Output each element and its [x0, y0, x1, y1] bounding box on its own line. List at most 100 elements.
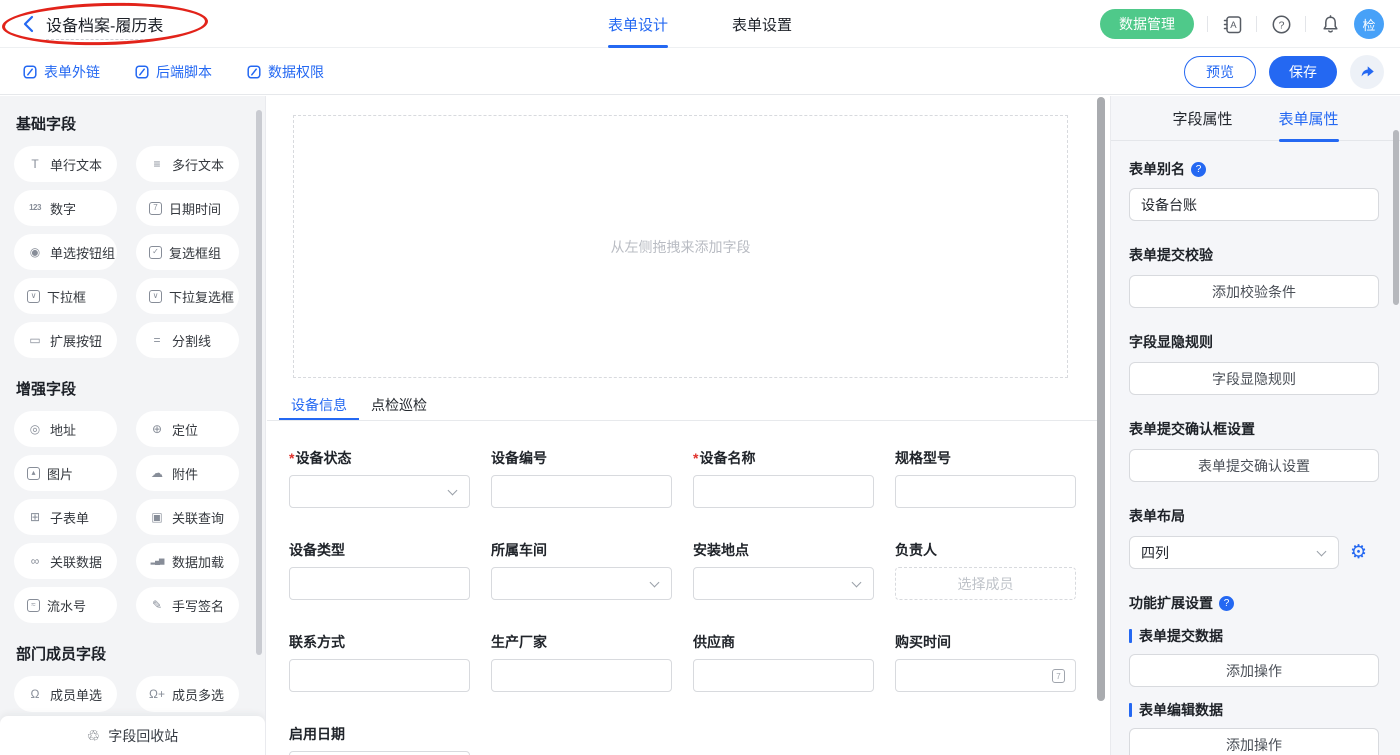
- field-pill[interactable]: ∨ 下拉框: [14, 278, 117, 314]
- field-pill[interactable]: T 单行文本: [14, 146, 117, 182]
- field-pill[interactable]: = 分割线: [136, 322, 239, 358]
- bell-icon: [1320, 14, 1341, 35]
- section-action-button[interactable]: 字段显隐规则: [1129, 362, 1379, 395]
- save-button[interactable]: 保存: [1269, 56, 1337, 88]
- panel-section: 表单提交校验 添加校验条件: [1129, 245, 1378, 308]
- form-field: 设备类型: [289, 540, 470, 600]
- add-action-button[interactable]: 添加操作: [1129, 654, 1379, 687]
- text-input[interactable]: [491, 659, 672, 692]
- number-icon: 123: [27, 204, 43, 212]
- field-recycle-bin[interactable]: ♲ 字段回收站: [0, 716, 265, 755]
- share-button[interactable]: [1350, 55, 1384, 89]
- member-multi-icon: Ω+: [149, 688, 165, 700]
- text-input[interactable]: [491, 475, 672, 508]
- data-permission-icon: [246, 64, 262, 80]
- tabs-divider: [267, 420, 1098, 421]
- select-input[interactable]: [289, 475, 470, 508]
- preview-button[interactable]: 预览: [1184, 56, 1256, 88]
- field-pill[interactable]: 123 数字: [14, 190, 117, 226]
- select-input[interactable]: [693, 567, 874, 600]
- form-alias-input[interactable]: [1129, 188, 1379, 221]
- help-icon[interactable]: ?: [1191, 162, 1206, 177]
- field-pill[interactable]: ☁ 附件: [136, 455, 239, 491]
- section-title-basic-fields: 基础字段: [16, 113, 251, 134]
- section-title-member-fields: 部门成员字段: [16, 643, 251, 664]
- gear-icon[interactable]: ⚙: [1350, 543, 1367, 562]
- avatar[interactable]: 检: [1354, 9, 1384, 39]
- field-pill[interactable]: ≡ 多行文本: [136, 146, 239, 182]
- help-icon[interactable]: ?: [1219, 596, 1234, 611]
- field-dropzone[interactable]: 从左侧拖拽来添加字段: [293, 115, 1068, 378]
- text-input[interactable]: [289, 567, 470, 600]
- svg-text:?: ?: [1278, 19, 1284, 31]
- datetime-icon: 7: [149, 202, 162, 215]
- field-pill[interactable]: ∨ 下拉复选框: [136, 278, 239, 314]
- date-input[interactable]: 7: [895, 659, 1076, 692]
- field-pill[interactable]: ✓ 复选框组: [136, 234, 239, 270]
- tab-device-info[interactable]: 设备信息: [279, 389, 359, 420]
- text-input[interactable]: [289, 659, 470, 692]
- panel-scrollbar[interactable]: [1393, 130, 1399, 305]
- text-input[interactable]: [289, 751, 470, 755]
- field-pill[interactable]: ⊕ 定位: [136, 411, 239, 447]
- multi-line-text-icon: ≡: [149, 158, 165, 170]
- divider-icon: =: [149, 334, 165, 346]
- layout-select[interactable]: 四列: [1129, 536, 1339, 569]
- notification-button[interactable]: [1319, 13, 1341, 35]
- panel-section: 表单提交确认框设置 表单提交确认设置: [1129, 419, 1378, 482]
- form-field: 启用日期: [289, 724, 470, 755]
- field-pill[interactable]: ▣ 关联查询: [136, 499, 239, 535]
- canvas-scrollbar[interactable]: [1097, 97, 1105, 701]
- form-field: 供应商: [693, 632, 874, 692]
- member-picker[interactable]: 选择成员: [895, 567, 1076, 600]
- field-pill[interactable]: 7 日期时间: [136, 190, 239, 226]
- single-line-text-icon: T: [27, 158, 43, 170]
- field-pill[interactable]: ⊞ 子表单: [14, 499, 117, 535]
- contacts-button[interactable]: A: [1221, 13, 1243, 35]
- subform-icon: ⊞: [27, 511, 43, 523]
- form-field: 负责人 选择成员: [895, 540, 1076, 600]
- form-toolbar: 表单外链 后端脚本 数据权限: [0, 48, 1400, 95]
- form-design-canvas: 从左侧拖拽来添加字段 设备信息 点检巡检 *设备状态 设备编号: [267, 96, 1110, 755]
- text-input[interactable]: [693, 475, 874, 508]
- extension-subsection: 表单提交数据 添加操作: [1129, 626, 1378, 687]
- field-pill[interactable]: ◎ 地址: [14, 411, 117, 447]
- field-pill[interactable]: ∞ 关联数据: [14, 543, 117, 579]
- tab-form-properties[interactable]: 表单属性: [1279, 96, 1339, 141]
- field-pill[interactable]: ≈ 流水号: [14, 587, 117, 623]
- field-pill[interactable]: ▭ 扩展按钮: [14, 322, 117, 358]
- tab-form-design[interactable]: 表单设计: [608, 0, 668, 48]
- field-pill[interactable]: ✎ 手写签名: [136, 587, 239, 623]
- field-pill[interactable]: ▴ 图片: [14, 455, 117, 491]
- add-action-button[interactable]: 添加操作: [1129, 728, 1379, 755]
- section-action-button[interactable]: 添加校验条件: [1129, 275, 1379, 308]
- form-field: *设备状态: [289, 448, 470, 508]
- data-manage-button[interactable]: 数据管理: [1100, 9, 1194, 39]
- text-input[interactable]: [693, 659, 874, 692]
- tab-field-properties[interactable]: 字段属性: [1172, 96, 1232, 141]
- accent-bar: [1129, 703, 1132, 717]
- dropdown-multi-icon: ∨: [149, 290, 162, 303]
- toolbar-link[interactable]: 数据权限: [246, 62, 324, 82]
- panel-sections: 表单提交校验 添加校验条件 字段显隐规则 字段显隐规则 表单提交确认框设置 表单…: [1129, 245, 1378, 482]
- toolbar-link[interactable]: 后端脚本: [134, 62, 212, 82]
- form-field-grid: *设备状态 设备编号 *设备: [289, 448, 1077, 755]
- section-action-button[interactable]: 表单提交确认设置: [1129, 449, 1379, 482]
- sidebar-scrollbar[interactable]: [256, 110, 262, 655]
- member-single-icon: Ω: [27, 688, 43, 700]
- form-field: 规格型号: [895, 448, 1076, 508]
- help-button[interactable]: ?: [1270, 13, 1292, 35]
- field-pill[interactable]: Ω+ 成员多选: [136, 676, 239, 712]
- field-pill[interactable]: Ω 成员单选: [14, 676, 117, 712]
- select-input[interactable]: [491, 567, 672, 600]
- field-pill[interactable]: ◉ 单选按钮组: [14, 234, 117, 270]
- toolbar-link[interactable]: 表单外链: [22, 62, 100, 82]
- form-layout-label: 表单布局: [1129, 506, 1378, 526]
- text-input[interactable]: [895, 475, 1076, 508]
- tab-form-settings[interactable]: 表单设置: [732, 0, 792, 48]
- tab-inspection[interactable]: 点检巡检: [359, 389, 439, 420]
- share-arrow-icon: [1358, 63, 1376, 81]
- chevron-down-icon: [852, 578, 862, 588]
- field-pill[interactable]: ▂▄▆ 数据加载: [136, 543, 239, 579]
- dropdown-icon: ∨: [27, 290, 40, 303]
